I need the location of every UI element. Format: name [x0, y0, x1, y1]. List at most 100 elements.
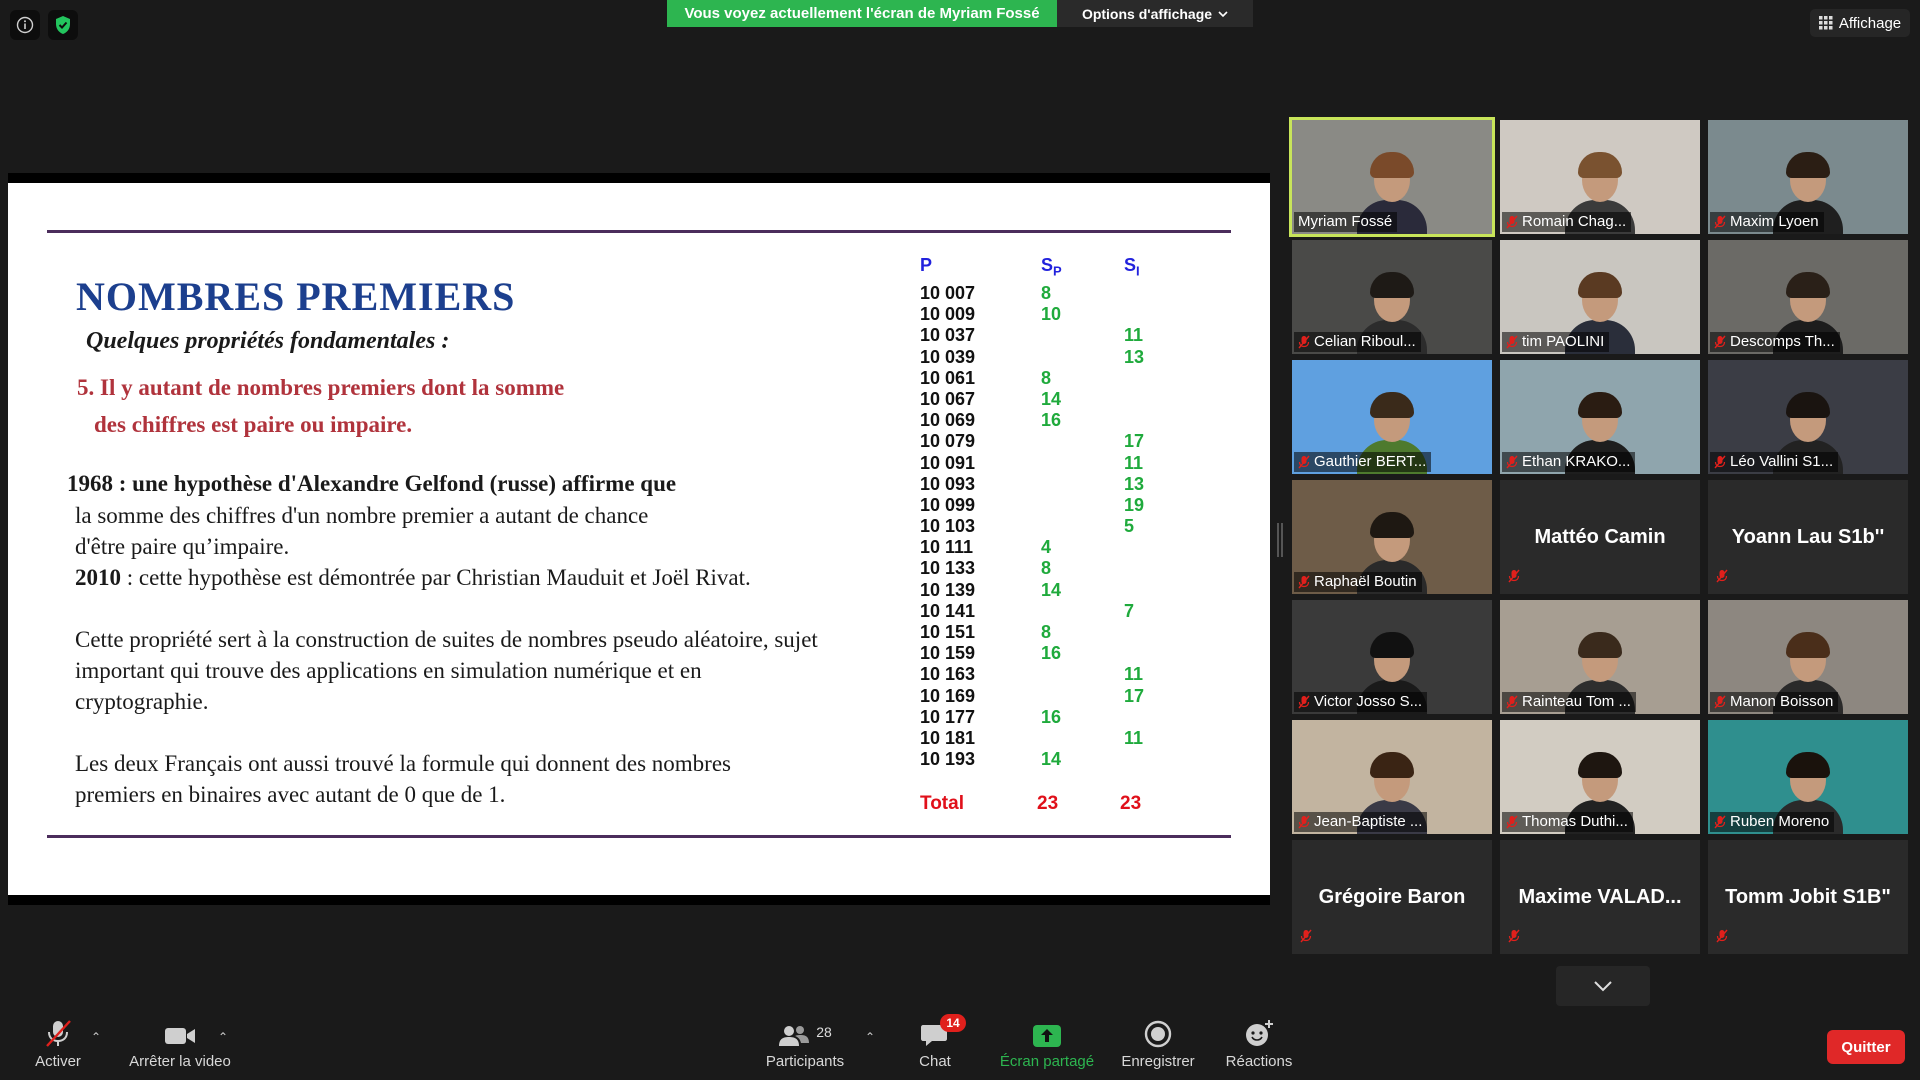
- chat-button[interactable]: 14 Chat: [905, 1014, 966, 1070]
- participant-name-tag: Thomas Duthi...: [1502, 812, 1633, 832]
- participant-name-tag: Myriam Fossé: [1294, 212, 1398, 232]
- participant-name: Gauthier BERT...: [1314, 453, 1427, 470]
- participant-tile[interactable]: tim PAOLINI: [1500, 240, 1700, 354]
- participant-tile[interactable]: Victor Josso S...: [1292, 600, 1492, 714]
- security-button[interactable]: [48, 10, 78, 40]
- table-cell-sp: [1041, 664, 1062, 685]
- panel-resize-handle[interactable]: [1277, 523, 1283, 557]
- record-button[interactable]: Enregistrer: [1118, 1018, 1198, 1070]
- leave-meeting-button[interactable]: Quitter: [1827, 1030, 1905, 1064]
- participant-tile[interactable]: Celian Riboul...: [1292, 240, 1492, 354]
- emoji-plus-icon: [1246, 1020, 1273, 1046]
- table-cell-p: 10 139: [920, 579, 976, 600]
- hypothesis-line-2: la somme des chiffres d'un nombre premie…: [75, 503, 649, 528]
- participant-tile[interactable]: Maxim Lyoen: [1708, 120, 1908, 234]
- hypothesis-line-3: d'être paire qu’impaire.: [75, 534, 290, 559]
- participant-tile[interactable]: Ruben Moreno: [1708, 720, 1908, 834]
- table-cell-sp: 16: [1041, 410, 1062, 431]
- participant-tile[interactable]: Thomas Duthi...: [1500, 720, 1700, 834]
- chevron-down-icon: [1594, 981, 1612, 992]
- participant-name: Ruben Moreno: [1730, 813, 1830, 830]
- participant-name-tag: Victor Josso S...: [1294, 692, 1428, 712]
- binary-line-1: Les deux Français ont aussi trouvé la fo…: [75, 751, 731, 776]
- audio-options-caret[interactable]: ⌃: [91, 1030, 101, 1044]
- proof-year: 2010: [75, 565, 121, 590]
- participant-name-tag: Jean-Baptiste ...: [1294, 812, 1428, 832]
- muted-mic-icon: [1714, 695, 1726, 709]
- participant-tile[interactable]: Raphaël Boutin: [1292, 480, 1492, 594]
- participant-tile[interactable]: Grégoire Baron: [1292, 840, 1492, 954]
- participant-tile[interactable]: Léo Vallini S1...: [1708, 360, 1908, 474]
- table-column-si: SI 11 13 17 11 13 19 5 7 11 17 11: [1124, 255, 1144, 770]
- table-cell-sp: 8: [1041, 367, 1052, 388]
- participant-tile[interactable]: Rainteau Tom ...: [1500, 600, 1700, 714]
- reactions-button[interactable]: Réactions: [1220, 1018, 1298, 1070]
- muted-mic-icon: [1508, 929, 1520, 948]
- participant-name: Rainteau Tom ...: [1522, 693, 1631, 710]
- share-screen-button[interactable]: Écran partagé: [992, 1018, 1102, 1070]
- table-cell-si: [1124, 304, 1144, 325]
- table-cell-si: [1124, 622, 1144, 643]
- unmute-button[interactable]: Activer: [28, 1018, 88, 1070]
- participant-name-tag: Léo Vallini S1...: [1710, 452, 1839, 472]
- participant-name-tag: Descomps Th...: [1710, 332, 1840, 352]
- participant-name: Tomm Jobit S1B": [1725, 886, 1891, 908]
- video-options-caret[interactable]: ⌃: [218, 1030, 228, 1044]
- info-button[interactable]: [10, 10, 40, 40]
- table-cell-p: 10 177: [920, 706, 976, 727]
- view-options-dropdown[interactable]: Options d'affichage: [1057, 0, 1253, 27]
- participants-button[interactable]: 28 Participants: [760, 1018, 850, 1070]
- participant-name-tag: Ruben Moreno: [1710, 812, 1835, 832]
- info-icon: [16, 16, 34, 34]
- participant-tile[interactable]: Yoann Lau S1b'': [1708, 480, 1908, 594]
- participant-tile[interactable]: Gauthier BERT...: [1292, 360, 1492, 474]
- stop-video-button[interactable]: Arrêter la video: [120, 1018, 240, 1070]
- participants-label: Participants: [765, 1053, 845, 1070]
- participants-options-caret[interactable]: ⌃: [865, 1030, 875, 1044]
- chat-unread-badge: 14: [940, 1014, 966, 1032]
- participant-tile[interactable]: Myriam Fossé: [1289, 117, 1495, 237]
- participant-name: Descomps Th...: [1730, 333, 1835, 350]
- muted-mic-icon: [1714, 215, 1726, 229]
- participant-tile[interactable]: Tomm Jobit S1B": [1708, 840, 1908, 954]
- participant-name-tag: tim PAOLINI: [1502, 332, 1610, 352]
- table-cell-si: 17: [1124, 685, 1145, 706]
- table-cell-sp: 16: [1041, 643, 1062, 664]
- participant-tile[interactable]: Maxime VALAD...: [1500, 840, 1700, 954]
- table-cell-sp: [1041, 601, 1062, 622]
- muted-mic-icon: [43, 1018, 73, 1048]
- table-cell-sp: [1041, 686, 1062, 707]
- proof-line: 2010 : cette hypothèse est démontrée par…: [75, 565, 751, 591]
- table-cell-p: 10 103: [920, 516, 976, 537]
- participant-name: Raphaël Boutin: [1314, 573, 1417, 590]
- meeting-toolbar: Activer ⌃ Arrêter la video ⌃ 28 Particip…: [0, 1010, 1920, 1080]
- presentation-slide: NOMBRES PREMIERS Quelques propriétés fon…: [8, 183, 1270, 895]
- participant-tile[interactable]: Mattéo Camin: [1500, 480, 1700, 594]
- muted-mic-icon: [1298, 575, 1310, 589]
- participant-name: Manon Boisson: [1730, 693, 1834, 710]
- table-cell-p: 10 133: [920, 558, 976, 579]
- participant-name: Grégoire Baron: [1318, 886, 1466, 908]
- gallery-next-page-button[interactable]: [1556, 966, 1650, 1006]
- participant-name: Léo Vallini S1...: [1730, 453, 1834, 470]
- view-button[interactable]: Affichage: [1810, 9, 1910, 37]
- participant-name: Myriam Fossé: [1298, 213, 1393, 230]
- table-header-si: SI: [1124, 255, 1140, 279]
- participant-tile[interactable]: Jean-Baptiste ...: [1292, 720, 1492, 834]
- muted-mic-icon: [1714, 455, 1726, 469]
- table-cell-sp: [1041, 474, 1062, 495]
- table-cell-p: 10 091: [920, 452, 976, 473]
- table-cell-sp: 14: [1041, 388, 1062, 409]
- participant-tile[interactable]: Manon Boisson: [1708, 600, 1908, 714]
- participant-name: Victor Josso S...: [1314, 693, 1423, 710]
- participant-tile[interactable]: Romain Chag...: [1500, 120, 1700, 234]
- shared-screen: NOMBRES PREMIERS Quelques propriétés fon…: [8, 173, 1270, 905]
- participant-name: Jean-Baptiste ...: [1314, 813, 1423, 830]
- participant-name-tag: Maxim Lyoen: [1710, 212, 1824, 232]
- participant-tile[interactable]: Ethan KRAKO...: [1500, 360, 1700, 474]
- muted-mic-icon: [1716, 929, 1728, 948]
- table-cell-p: 10 163: [920, 664, 976, 685]
- participant-tile[interactable]: Descomps Th...: [1708, 240, 1908, 354]
- table-cell-si: [1124, 283, 1144, 304]
- table-cell-si: 5: [1124, 516, 1135, 537]
